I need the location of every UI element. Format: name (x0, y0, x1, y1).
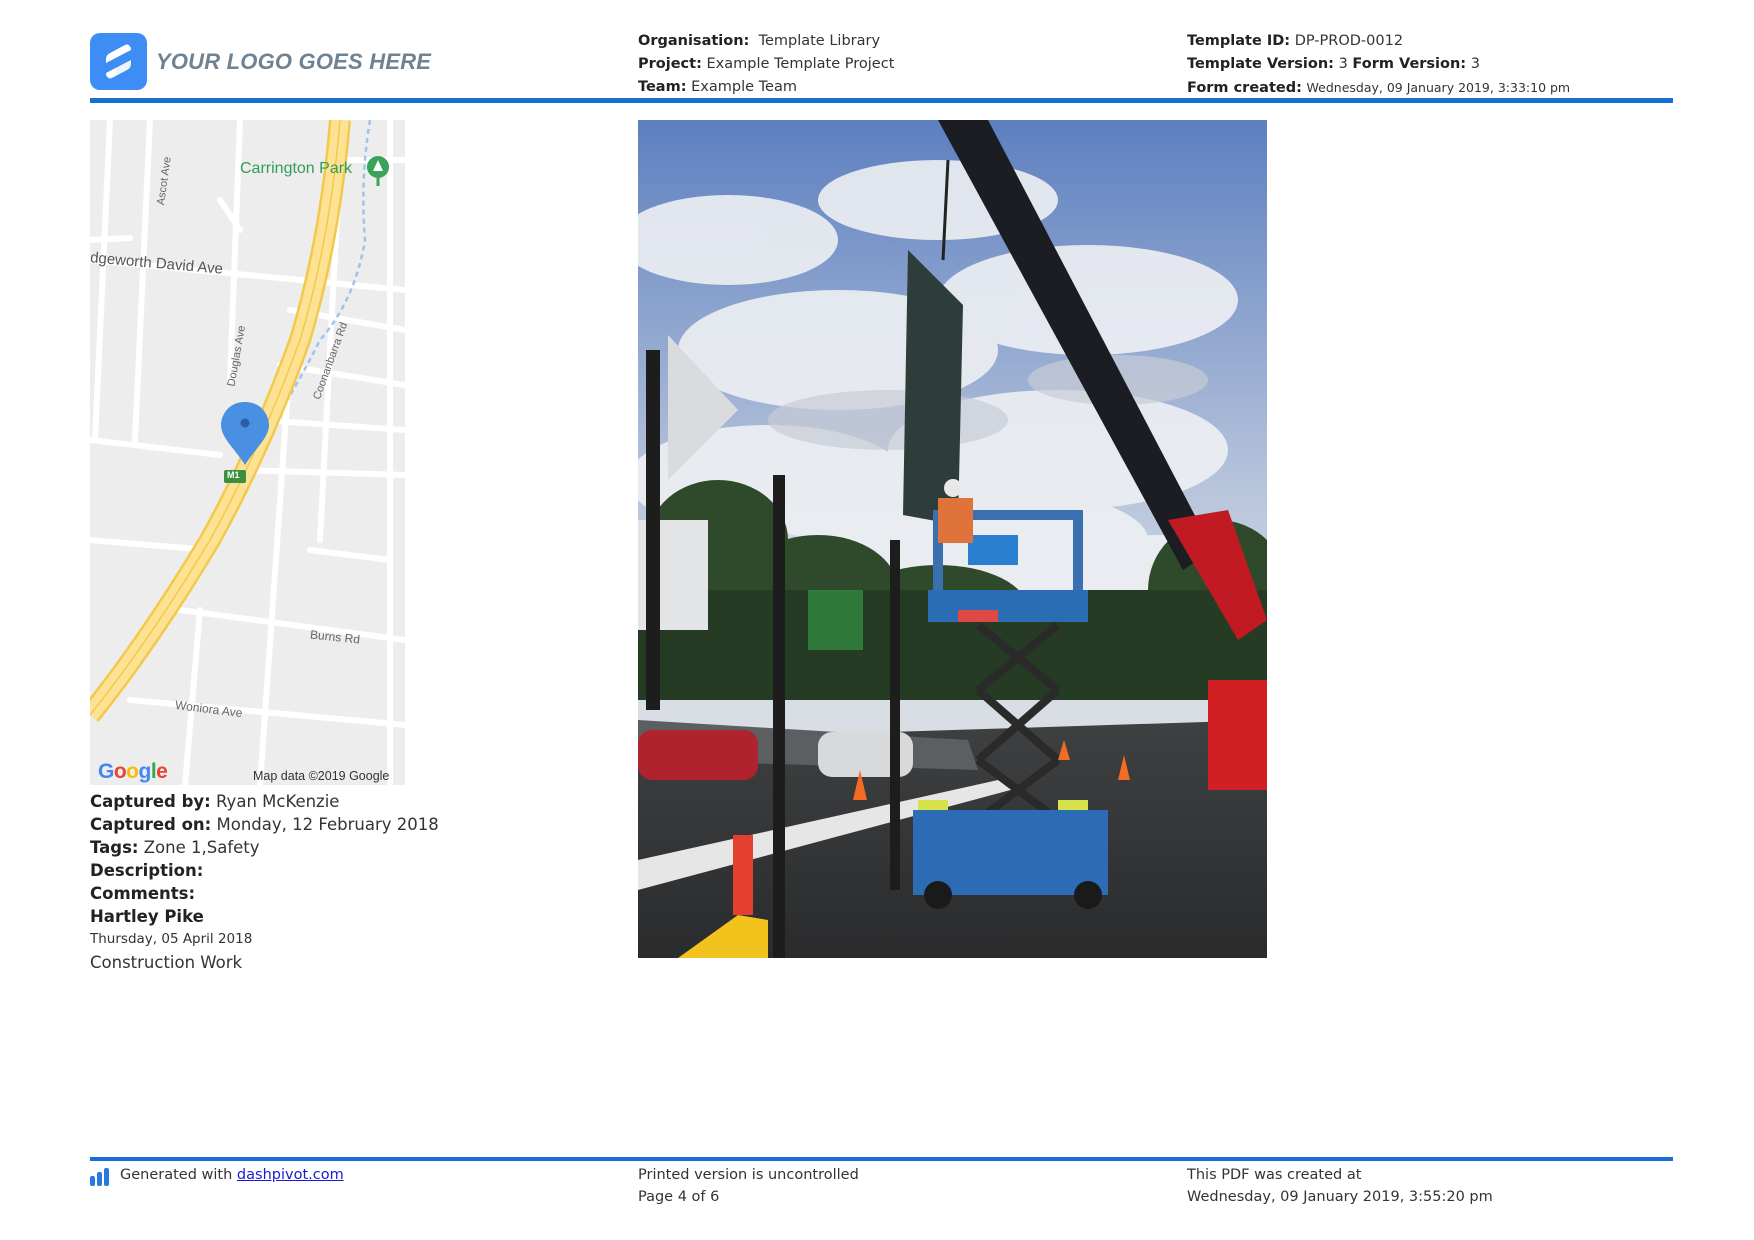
project-value: Example Template Project (706, 56, 895, 72)
description-label: Description: (90, 861, 204, 880)
header-divider (90, 98, 1673, 103)
tags-label: Tags: (90, 838, 139, 857)
dashpivot-bars-icon (90, 1166, 114, 1186)
captured-on-value: Monday, 12 February 2018 (216, 815, 439, 834)
pdf-created-label: This PDF was created at (1187, 1167, 1362, 1183)
google-logo: Google (98, 760, 168, 783)
photo-captions: Captured by: Ryan McKenzie Captured on: … (90, 790, 439, 974)
map-credit: Map data ©2019 Google (253, 769, 390, 783)
comment-text: Construction Work (90, 953, 243, 972)
project-label: Project: (638, 56, 702, 72)
template-id-label: Template ID: (1187, 33, 1291, 49)
team-label: Team: (638, 79, 687, 95)
footer-print-info: Printed version is uncontrolled Page 4 o… (638, 1164, 859, 1208)
template-version-label: Template Version: (1187, 56, 1334, 72)
page-number: Page 4 of 6 (638, 1189, 720, 1205)
organisation-value: Template Library (758, 33, 881, 49)
team-value: Example Team (691, 79, 797, 95)
tags-row: Tags: Zone 1,Safety (90, 836, 439, 859)
dashpivot-link[interactable]: dashpivot.com (237, 1164, 344, 1186)
header-project-info: Organisation: Template Library Project: … (638, 30, 894, 99)
form-version-label: Form Version: (1352, 56, 1467, 72)
form-created-value: Wednesday, 09 January 2019, 3:33:10 pm (1306, 80, 1571, 95)
comment-date: Thursday, 05 April 2018 (90, 931, 253, 947)
uncontrolled-notice: Printed version is uncontrolled (638, 1167, 859, 1183)
captured-by-label: Captured by: (90, 792, 211, 811)
tags-value: Zone 1,Safety (143, 838, 260, 857)
captured-on-label: Captured on: (90, 815, 212, 834)
comment-author: Hartley Pike (90, 905, 439, 928)
comments-row: Comments: (90, 882, 439, 905)
company-logo: YOUR LOGO GOES HERE (90, 33, 431, 90)
comment-author-name: Hartley Pike (90, 907, 204, 926)
captured-by-value: Ryan McKenzie (216, 792, 340, 811)
logo-mark-icon (90, 33, 147, 90)
map-label-park: Carrington Park (240, 160, 353, 177)
captured-by-row: Captured by: Ryan McKenzie (90, 790, 439, 813)
organisation-label: Organisation: (638, 33, 750, 49)
template-version-value: 3 (1338, 56, 1348, 72)
location-map[interactable]: Carrington Park Ascot Ave dgeworth David… (90, 120, 405, 785)
form-created-label: Form created: (1187, 80, 1302, 96)
project-row: Project: Example Template Project (638, 53, 894, 76)
footer-created-info: This PDF was created at Wednesday, 09 Ja… (1187, 1164, 1493, 1208)
captured-on-row: Captured on: Monday, 12 February 2018 (90, 813, 439, 836)
header-template-info: Template ID: DP-PROD-0012 Template Versi… (1187, 30, 1570, 100)
generated-prefix: Generated with (120, 1167, 233, 1183)
template-id-row: Template ID: DP-PROD-0012 (1187, 30, 1570, 53)
map-label-motorway: M1 (227, 470, 240, 480)
template-id-value: DP-PROD-0012 (1294, 33, 1404, 49)
footer-generated: Generated with dashpivot.com (90, 1164, 344, 1186)
team-row: Team: Example Team (638, 76, 894, 99)
map-streets (90, 120, 405, 785)
form-created-row: Form created: Wednesday, 09 January 2019… (1187, 76, 1570, 100)
comments-label: Comments: (90, 884, 196, 903)
footer-divider (90, 1157, 1673, 1161)
version-row: Template Version: 3 Form Version: 3 (1187, 53, 1570, 76)
organisation-row: Organisation: Template Library (638, 30, 894, 53)
description-row: Description: (90, 859, 439, 882)
form-version-value: 3 (1470, 56, 1480, 72)
logo-text: YOUR LOGO GOES HERE (156, 48, 432, 74)
pdf-created-value: Wednesday, 09 January 2019, 3:55:20 pm (1187, 1189, 1493, 1205)
site-photo (638, 120, 1267, 958)
